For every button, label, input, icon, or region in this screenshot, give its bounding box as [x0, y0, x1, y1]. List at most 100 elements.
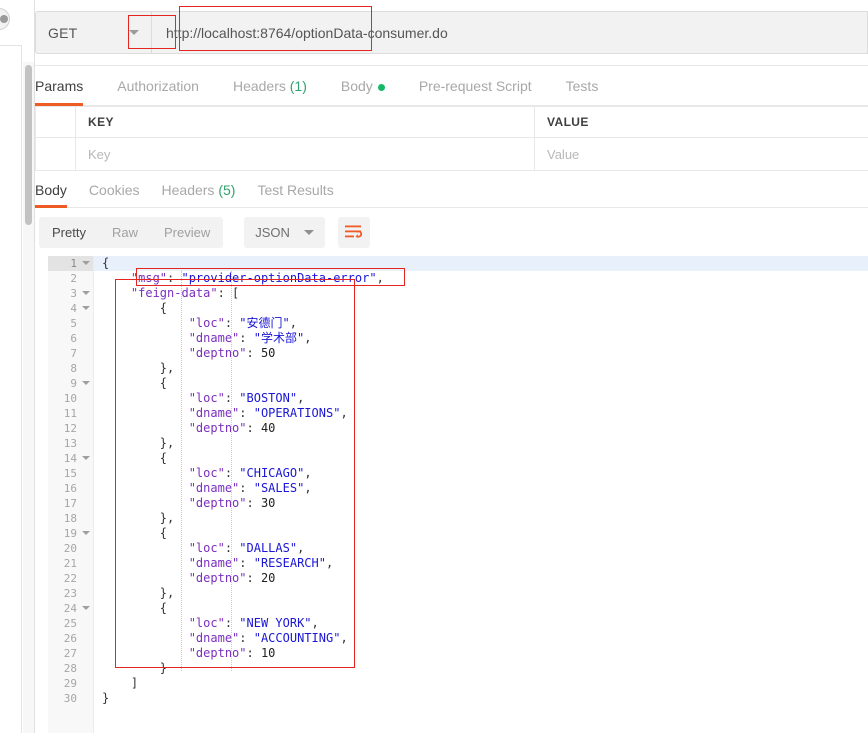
line-number: 7 — [70, 347, 77, 360]
line-number-gutter: 1 2 3 4 5 6 7 8 9 10 11 12 13 14 15 16 17 18 19 20 21 22 23 24 2… — [48, 256, 94, 733]
code-token: "学术部" — [253, 331, 305, 345]
code-token: { — [102, 601, 168, 615]
http-method-dropdown[interactable]: GET — [35, 11, 151, 54]
line-number: 3 — [48, 286, 93, 301]
tab-body[interactable]: Body — [341, 78, 385, 105]
fold-arrow-icon[interactable] — [82, 531, 90, 535]
line-number: 1 — [48, 256, 93, 271]
fold-arrow-icon[interactable] — [82, 306, 90, 310]
tab-authorization[interactable]: Authorization — [117, 78, 199, 105]
line-number: 16 — [63, 482, 77, 495]
wrap-lines-button[interactable] — [337, 216, 370, 248]
response-code-viewer: 1 2 3 4 5 6 7 8 9 10 11 12 13 14 15 16 17 18 19 20 21 22 23 24 2… — [35, 256, 868, 733]
code-token: : — [224, 541, 240, 555]
code-token: "loc" — [188, 541, 225, 555]
fold-arrow-icon[interactable] — [82, 381, 90, 385]
code-content[interactable]: { "msg": "provider-optionData-error", "f… — [94, 256, 868, 733]
tab-headers-label: Headers — [232, 78, 286, 94]
code-token: , — [289, 316, 297, 330]
line-number: 14 — [48, 451, 93, 466]
tab-tests[interactable]: Tests — [566, 78, 599, 105]
code-token: 30 — [260, 496, 276, 510]
code-token: "deptno" — [188, 496, 247, 510]
code-token: 10 — [260, 646, 276, 660]
code-token: : — [246, 496, 261, 510]
format-dropdown[interactable]: JSON — [244, 216, 325, 248]
code-token: : — [224, 391, 240, 405]
view-mode-preview[interactable]: Preview — [151, 217, 223, 248]
tab-response-headers[interactable]: Headers (5) — [162, 182, 236, 207]
code-line: "deptno": 10 — [94, 646, 868, 661]
line-number: 29 — [63, 677, 77, 690]
tab-cookies[interactable]: Cookies — [89, 182, 140, 207]
fold-arrow-icon[interactable] — [82, 606, 90, 610]
line-number: 8 — [70, 362, 77, 375]
fold-arrow-icon[interactable] — [82, 261, 90, 265]
code-line: } — [94, 691, 868, 706]
code-token: : — [246, 346, 261, 360]
view-mode-pretty[interactable]: Pretty — [39, 217, 99, 248]
code-line: "loc": "BOSTON", — [94, 391, 868, 406]
sidebar-scrollbar-thumb[interactable] — [25, 65, 32, 225]
http-method-label: GET — [48, 24, 78, 41]
tab-headers[interactable]: Headers (1) — [233, 78, 307, 105]
url-bar: GET http://localhost:8764/optionData-con… — [35, 0, 868, 66]
code-token: }, — [102, 436, 175, 450]
view-mode-raw[interactable]: Raw — [99, 217, 151, 248]
code-line: "msg": "provider-optionData-error", — [94, 271, 868, 286]
view-mode-group: Pretty Raw Preview — [39, 216, 224, 248]
fold-arrow-icon[interactable] — [82, 456, 90, 460]
code-token: , — [340, 406, 348, 420]
line-number: 18 — [63, 512, 77, 525]
line-number: 15 — [63, 467, 77, 480]
indent-guide — [181, 271, 182, 671]
tab-response-body[interactable]: Body — [35, 182, 67, 208]
code-token: , — [304, 331, 312, 345]
code-token: , — [376, 271, 384, 285]
tab-test-results[interactable]: Test Results — [257, 182, 333, 207]
tab-response-headers-label: Headers — [161, 182, 215, 198]
code-line: "dname": "OPERATIONS", — [94, 406, 868, 421]
tab-authorization-label: Authorization — [117, 78, 199, 94]
tab-pre-request-script[interactable]: Pre-request Script — [419, 78, 532, 105]
code-token: 20 — [260, 571, 276, 585]
row-checkbox[interactable] — [35, 137, 76, 171]
code-token: } — [102, 691, 110, 705]
line-number: 10 — [63, 392, 77, 405]
code-line: "loc": "CHICAGO", — [94, 466, 868, 481]
code-token: : — [246, 571, 261, 585]
code-line: "deptno": 20 — [94, 571, 868, 586]
code-token: , — [325, 556, 334, 570]
code-token: , — [304, 466, 312, 480]
header-checkbox-cell — [35, 106, 76, 138]
code-token: : — [239, 331, 254, 345]
code-token: "provider-optionData-error" — [181, 271, 377, 285]
url-text: http://localhost:8764/optionData-consume… — [166, 24, 448, 41]
tab-params[interactable]: Params — [35, 78, 84, 106]
line-number: 21 — [63, 557, 77, 570]
url-input[interactable]: http://localhost:8764/optionData-consume… — [151, 11, 868, 54]
table-row: Key Value — [35, 137, 868, 171]
code-line: }, — [94, 511, 868, 526]
fold-arrow-icon[interactable] — [82, 291, 90, 295]
code-token: { — [102, 256, 110, 270]
code-token: , — [340, 631, 348, 645]
line-number: 9 — [48, 376, 93, 391]
code-token: "msg" — [130, 271, 168, 285]
value-input[interactable]: Value — [534, 137, 868, 171]
line-number: 27 — [63, 647, 77, 660]
postman-window: GET http://localhost:8764/optionData-con… — [0, 0, 868, 733]
key-input[interactable]: Key — [75, 137, 535, 171]
key-placeholder: Key — [88, 146, 111, 162]
line-number: 5 — [70, 317, 77, 330]
code-line: { — [94, 376, 868, 391]
code-token: , — [304, 481, 312, 495]
